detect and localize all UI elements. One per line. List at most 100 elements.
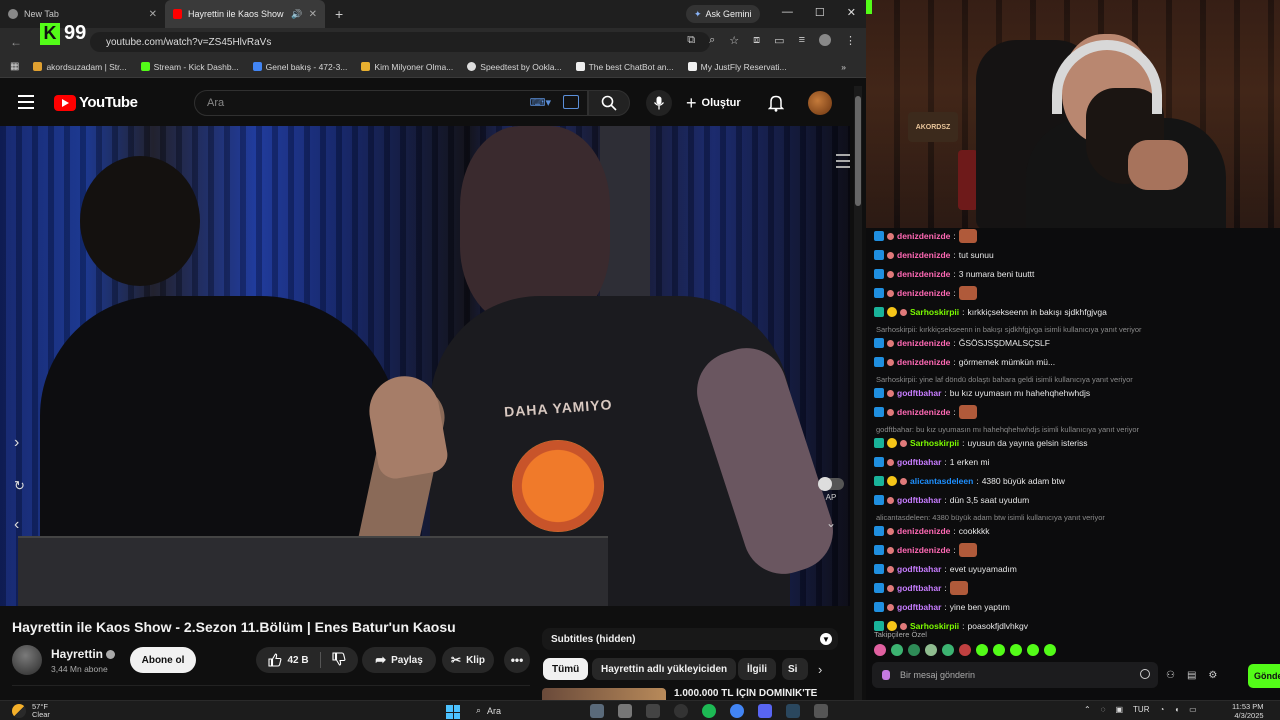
close-window-button[interactable]: ✕	[847, 6, 856, 19]
chat-username[interactable]: denizdenizde	[897, 338, 950, 348]
chevron-down-icon[interactable]: ▼	[820, 633, 832, 645]
chat-username[interactable]: alicantasdeleen	[910, 476, 973, 486]
account-avatar[interactable]	[808, 91, 832, 115]
chat-message-input[interactable]: Bir mesaj gönderin	[872, 662, 1158, 688]
emote-icon[interactable]	[874, 644, 886, 656]
app-icon[interactable]	[618, 704, 632, 718]
video-player[interactable]: DAHA YAMIYO › ↻ ‹ AP ⌄	[0, 126, 850, 606]
app-icon[interactable]	[814, 704, 828, 718]
app-icon[interactable]	[646, 704, 660, 718]
bookmark-item[interactable]: akordsuzadam | Str...	[33, 62, 127, 72]
emote-icon[interactable]	[908, 644, 920, 656]
more-actions-button[interactable]: •••	[504, 647, 530, 673]
close-tab-icon[interactable]: ✕	[309, 9, 317, 20]
notifications-button[interactable]	[767, 94, 785, 117]
subscribe-button[interactable]: Abone ol	[130, 647, 196, 673]
chat-username[interactable]: godftbahar	[897, 457, 941, 467]
spotify-icon[interactable]	[702, 704, 716, 718]
chat-username[interactable]: denizdenizde	[897, 545, 950, 555]
start-button[interactable]	[446, 705, 460, 719]
bookmark-item[interactable]: Genel bakış - 472-3...	[252, 62, 347, 72]
weather-widget[interactable]: 57°F Clear	[12, 703, 50, 719]
profile-avatar[interactable]	[819, 34, 831, 46]
new-tab-button[interactable]: +	[325, 6, 353, 22]
chat-username[interactable]: denizdenizde	[897, 407, 950, 417]
chat-username[interactable]: godftbahar	[897, 495, 941, 505]
like-button[interactable]: 42 B	[268, 653, 309, 667]
bookmarks-overflow-icon[interactable]: »	[841, 62, 846, 72]
extensions-icon[interactable]: ⧈	[753, 34, 760, 47]
taskbar-search[interactable]: ⌕ Ara	[476, 705, 501, 716]
previous-arrow-icon[interactable]: ‹	[14, 516, 19, 534]
emote-icon[interactable]	[925, 644, 937, 656]
autoplay-toggle[interactable]: AP ⌄	[818, 477, 844, 530]
clip-button[interactable]: ✂ Klip	[442, 647, 494, 673]
send-button[interactable]: Gönder	[1248, 664, 1280, 688]
back-button[interactable]: ←	[10, 35, 22, 49]
next-arrow-icon[interactable]: ›	[14, 434, 19, 452]
screen-capture-icon[interactable]	[563, 95, 579, 109]
scrollbar-thumb[interactable]	[855, 96, 861, 206]
emote-icon[interactable]	[942, 644, 954, 656]
tab-youtube[interactable]: Hayrettin ile Kaos Show - 2 🔊 ✕	[165, 0, 325, 28]
refresh-icon[interactable]: ↻	[14, 478, 25, 494]
users-icon[interactable]: ⚇	[1166, 670, 1175, 681]
emoji-icon[interactable]	[1140, 669, 1150, 679]
autoplay-switch[interactable]	[818, 477, 844, 491]
ask-gemini-button[interactable]: ✦ Ask Gemini	[686, 5, 760, 23]
search-button[interactable]	[588, 90, 630, 116]
chat-username[interactable]: Sarhoskirpii	[910, 438, 959, 448]
create-button[interactable]: + Oluştur	[686, 94, 741, 112]
downloads-icon[interactable]: ≡	[799, 34, 805, 47]
player-menu-icon[interactable]	[836, 154, 850, 168]
chip-related[interactable]: İlgili	[738, 658, 776, 680]
obs-icon[interactable]	[674, 704, 688, 718]
settings-gear-icon[interactable]: ⚙	[1208, 670, 1217, 681]
chat-username[interactable]: denizdenizde	[897, 288, 950, 298]
browser-menu-icon[interactable]: ⋮	[845, 34, 856, 47]
speaker-icon[interactable]: 🔊	[291, 9, 302, 20]
chip-next-arrow-icon[interactable]: ›	[818, 662, 822, 677]
youtube-logo[interactable]: YouTube	[54, 94, 138, 111]
chat-username[interactable]: denizdenizde	[897, 250, 950, 260]
recommended-video[interactable]: 1.000.000 TL İÇİN DOMİNİK'TE	[542, 688, 842, 700]
close-tab-icon[interactable]: ✕	[149, 9, 157, 20]
chip-all[interactable]: Tümü	[543, 658, 589, 680]
taskbar-clock[interactable]: 11:53 PM 4/3/2025	[1232, 702, 1264, 720]
chat-username[interactable]: denizdenizde	[897, 231, 950, 241]
wifi-icon[interactable]: ◔	[1159, 705, 1164, 714]
minimize-button[interactable]: —	[782, 6, 793, 19]
page-scrollbar[interactable]	[854, 86, 862, 700]
apps-grid-icon[interactable]: ▦	[10, 61, 19, 72]
tray-app-icon[interactable]: ▣	[1115, 705, 1123, 714]
keyboard-icon[interactable]: ⌨▾	[530, 96, 551, 109]
task-view-icon[interactable]	[590, 704, 604, 718]
voice-search-button[interactable]	[646, 90, 672, 116]
emote-icon[interactable]	[1027, 644, 1039, 656]
channel-name[interactable]: Hayrettin	[51, 647, 116, 661]
chat-username[interactable]: godftbahar	[897, 564, 941, 574]
battery-icon[interactable]: ▭	[1189, 705, 1197, 714]
calendar-icon[interactable]: ▤	[1187, 670, 1196, 681]
discord-icon[interactable]	[758, 704, 772, 718]
emote-icon[interactable]	[891, 644, 903, 656]
language-indicator[interactable]: TUR	[1133, 705, 1149, 714]
zoom-icon[interactable]: ⌕	[709, 34, 715, 47]
chat-username[interactable]: godftbahar	[897, 388, 941, 398]
share-button[interactable]: ➦ Paylaş	[362, 647, 436, 673]
emote-icon[interactable]	[959, 644, 971, 656]
emote-icon[interactable]	[1044, 644, 1056, 656]
chat-username[interactable]: denizdenizde	[897, 269, 950, 279]
tray-app-icon[interactable]: ◌	[1101, 705, 1106, 714]
sidebar-icon[interactable]: ▭	[774, 34, 784, 47]
cast-icon[interactable]: ⧉	[687, 34, 695, 47]
steam-icon[interactable]	[786, 704, 800, 718]
chip-from-uploader[interactable]: Hayrettin adlı yükleyiciden	[592, 658, 737, 680]
subtitles-panel-header[interactable]: Subtitles (hidden) ▼	[542, 628, 838, 650]
chip-partial[interactable]: Si	[782, 658, 808, 680]
chat-username[interactable]: denizdenizde	[897, 357, 950, 367]
bookmark-item[interactable]: The best ChatBot an...	[575, 62, 674, 72]
bookmark-star-icon[interactable]: ☆	[729, 34, 739, 47]
emote-icon[interactable]	[993, 644, 1005, 656]
address-bar[interactable]: youtube.com/watch?v=ZS45HlvRaVs	[90, 32, 710, 52]
